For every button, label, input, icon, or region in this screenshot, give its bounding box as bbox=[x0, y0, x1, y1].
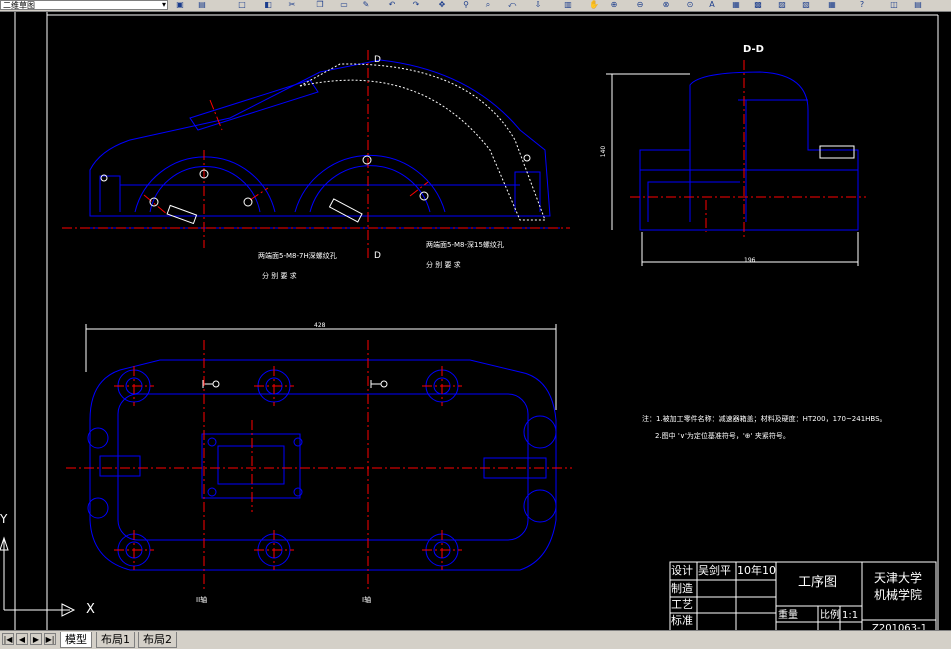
options-icon[interactable]: ▤ bbox=[912, 0, 924, 10]
tb-drawing-title: 工序图 bbox=[798, 575, 838, 590]
top-view bbox=[87, 359, 557, 571]
zoom-realtime-icon[interactable]: ⚲ bbox=[460, 0, 472, 10]
undo-icon[interactable]: ↶ bbox=[386, 0, 398, 10]
drawing-canvas[interactable]: D-D D D 140 196 428 两端面5-M8-7H深螺纹孔 分 别 要… bbox=[0, 12, 951, 630]
zoom-in-icon[interactable]: ⊕ bbox=[608, 0, 620, 10]
arrow-down-icon[interactable]: ⇩ bbox=[532, 0, 544, 10]
note-2: 2.图中 '∨'为定位基准符号，'⊕' 夹紧符号。 bbox=[655, 432, 790, 440]
tb-designer: 吴剑平 bbox=[698, 564, 731, 577]
tb-scale-label: 比例 bbox=[820, 610, 840, 621]
design-center-icon[interactable]: ▩ bbox=[752, 0, 764, 10]
tb-row-process: 工艺 bbox=[671, 598, 693, 611]
ucs-icon bbox=[0, 536, 76, 617]
drawing-frame bbox=[14, 12, 939, 630]
cut-mark-bottom: D bbox=[374, 251, 381, 261]
tb-institution-2: 机械学院 bbox=[874, 588, 923, 602]
tab-layout1[interactable]: 布局1 bbox=[96, 632, 135, 648]
front-view bbox=[85, 59, 560, 229]
callout-right: 两端面5-M8-深15螺纹孔 bbox=[426, 241, 504, 249]
cut-mark-top: D bbox=[374, 55, 381, 65]
print-icon[interactable]: ▤ bbox=[196, 0, 208, 10]
section-view bbox=[639, 71, 859, 231]
workspace-dropdown[interactable]: 二维草图 ▾ bbox=[0, 0, 168, 10]
cut-icon[interactable]: ✂ bbox=[286, 0, 298, 10]
dim-width-side: 196 bbox=[744, 257, 756, 264]
first-tab-icon[interactable]: |◀ bbox=[2, 633, 14, 645]
layout-tab-bar: |◀ ◀ ▶ ▶| 模型 布局1 布局2 bbox=[0, 630, 951, 649]
tb-drawing-number: Z201063-1 bbox=[872, 623, 927, 630]
axis-label-i: I轴 bbox=[362, 596, 372, 604]
chevron-down-icon[interactable]: ▾ bbox=[162, 0, 166, 9]
tool-palette-icon[interactable]: ▨ bbox=[776, 0, 788, 10]
ucs-x-label: X bbox=[86, 602, 95, 617]
section-label: D-D bbox=[743, 44, 764, 55]
copy-icon[interactable]: ❐ bbox=[314, 0, 326, 10]
toolbar: 二维草图 ▾ ▣ ▤ □ ◧ ✂ ❐ ▭ ✎ ↶ ↷ ✥ ⚲ ⌕ ⤺ ⇩ ▥ ✋ … bbox=[0, 0, 951, 12]
text-style-icon[interactable]: A bbox=[706, 0, 718, 10]
top-view-dimension bbox=[85, 324, 557, 410]
tb-row-make: 制造 bbox=[671, 582, 693, 595]
new-icon[interactable]: □ bbox=[236, 0, 248, 10]
help-icon[interactable]: ? bbox=[856, 0, 868, 10]
callout-left: 两端面5-M8-7H深螺纹孔 bbox=[258, 252, 337, 260]
paste-icon[interactable]: ▭ bbox=[338, 0, 350, 10]
tb-scale-value: 1:1 bbox=[842, 610, 859, 621]
markup-icon[interactable]: ◫ bbox=[888, 0, 900, 10]
zoom-window-icon[interactable]: ⌕ bbox=[482, 0, 494, 10]
prev-tab-icon[interactable]: ◀ bbox=[16, 633, 28, 645]
tab-layout2[interactable]: 布局2 bbox=[138, 632, 177, 648]
ucs-y-label: Y bbox=[0, 512, 8, 526]
axis-label-ii: II轴 bbox=[196, 596, 208, 604]
zoom-all-icon[interactable]: ⊙ bbox=[684, 0, 696, 10]
zoom-extents-icon[interactable]: ⊗ bbox=[660, 0, 672, 10]
front-view-centerlines bbox=[62, 50, 570, 258]
tb-row-standard: 标准 bbox=[671, 614, 693, 627]
pan-realtime-icon[interactable]: ✋ bbox=[588, 0, 600, 10]
zoom-out-icon[interactable]: ⊖ bbox=[634, 0, 646, 10]
callout-right-sub: 分 别 要 求 bbox=[426, 261, 461, 269]
dim-length: 428 bbox=[314, 322, 326, 329]
layer-icon[interactable]: ▥ bbox=[562, 0, 574, 10]
tb-institution-1: 天津大学 bbox=[874, 571, 923, 585]
save-icon[interactable]: ▣ bbox=[174, 0, 186, 10]
calculator-icon[interactable]: ▦ bbox=[826, 0, 838, 10]
front-view-hatch bbox=[299, 63, 546, 221]
next-tab-icon[interactable]: ▶ bbox=[30, 633, 42, 645]
tb-row-design: 设计 bbox=[671, 564, 693, 577]
workspace-value: 二维草图 bbox=[3, 1, 35, 10]
dim-height: 140 bbox=[600, 145, 608, 158]
tb-date: 10年10 bbox=[737, 564, 776, 577]
redo-icon[interactable]: ↷ bbox=[410, 0, 422, 10]
zoom-previous-icon[interactable]: ⤺ bbox=[506, 0, 518, 10]
open-icon[interactable]: ◧ bbox=[262, 0, 274, 10]
last-tab-icon[interactable]: ▶| bbox=[44, 633, 56, 645]
tb-weight-label: 重量 bbox=[778, 610, 798, 621]
callout-left-sub: 分 别 要 求 bbox=[262, 272, 297, 280]
note-1: 注：1.被加工零件名称：减速器箱盖；材料及硬度：HT200，170~241HBS… bbox=[642, 415, 887, 423]
tab-model[interactable]: 模型 bbox=[60, 632, 92, 648]
matchprop-icon[interactable]: ✎ bbox=[360, 0, 372, 10]
properties-icon[interactable]: ▦ bbox=[730, 0, 742, 10]
sheet-set-icon[interactable]: ▧ bbox=[800, 0, 812, 10]
cad-drawing bbox=[0, 12, 939, 630]
pan-icon[interactable]: ✥ bbox=[436, 0, 448, 10]
